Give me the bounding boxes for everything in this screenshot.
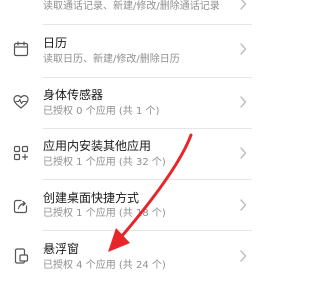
shortcut-icon xyxy=(13,198,29,214)
permission-item-subtitle: 已授权 0 个应用 (共 1 个) xyxy=(43,106,160,117)
chevron-right-icon xyxy=(239,199,247,211)
permission-item-call-log[interactable]: 读取通话记录、新建/修改/删除通话记录 xyxy=(0,0,252,18)
permission-item-subtitle: 已授权 4 个应用 (共 24 个) xyxy=(43,260,166,271)
permission-item-subtitle: 读取日历、新建/修改/删除日历 xyxy=(43,54,180,65)
permission-item-title: 悬浮窗 xyxy=(43,242,80,256)
chevron-right-icon xyxy=(239,0,247,10)
permission-item-title: 日历 xyxy=(43,36,68,50)
permission-item-body-sensors[interactable]: 身体传感器 已授权 0 个应用 (共 1 个) xyxy=(0,78,252,126)
chevron-right-icon xyxy=(239,96,247,108)
chevron-right-icon xyxy=(239,147,247,159)
permission-item-title: 应用内安装其他应用 xyxy=(43,139,152,153)
permission-item-floating-window[interactable]: 悬浮窗 已授权 4 个应用 (共 24 个) xyxy=(0,231,252,279)
permission-item-calendar[interactable]: 日历 读取日历、新建/修改/删除日历 xyxy=(0,25,252,73)
permission-item-install-apps[interactable]: 应用内安装其他应用 已授权 1 个应用 (共 32 个) xyxy=(0,129,252,177)
permission-list: 读取通话记录、新建/修改/删除通话记录 日历 读取日历、新建/修改/删除日历 身… xyxy=(0,0,252,283)
install-apps-icon xyxy=(13,145,29,161)
floating-window-icon xyxy=(13,248,29,264)
heartbeat-icon xyxy=(13,94,29,110)
permission-item-subtitle: 已授权 1 个应用 (共 32 个) xyxy=(43,157,166,168)
permission-item-subtitle: 已授权 1 个应用 (共 18 个) xyxy=(43,208,166,219)
permission-item-title: 身体传感器 xyxy=(43,88,104,102)
calendar-icon xyxy=(13,41,29,57)
chevron-right-icon xyxy=(239,43,247,55)
permission-item-desktop-shortcut[interactable]: 创建桌面快捷方式 已授权 1 个应用 (共 18 个) xyxy=(0,180,252,228)
permission-item-subtitle: 读取通话记录、新建/修改/删除通话记录 xyxy=(43,1,220,12)
chevron-right-icon xyxy=(239,250,247,262)
permission-item-title: 创建桌面快捷方式 xyxy=(43,191,140,205)
